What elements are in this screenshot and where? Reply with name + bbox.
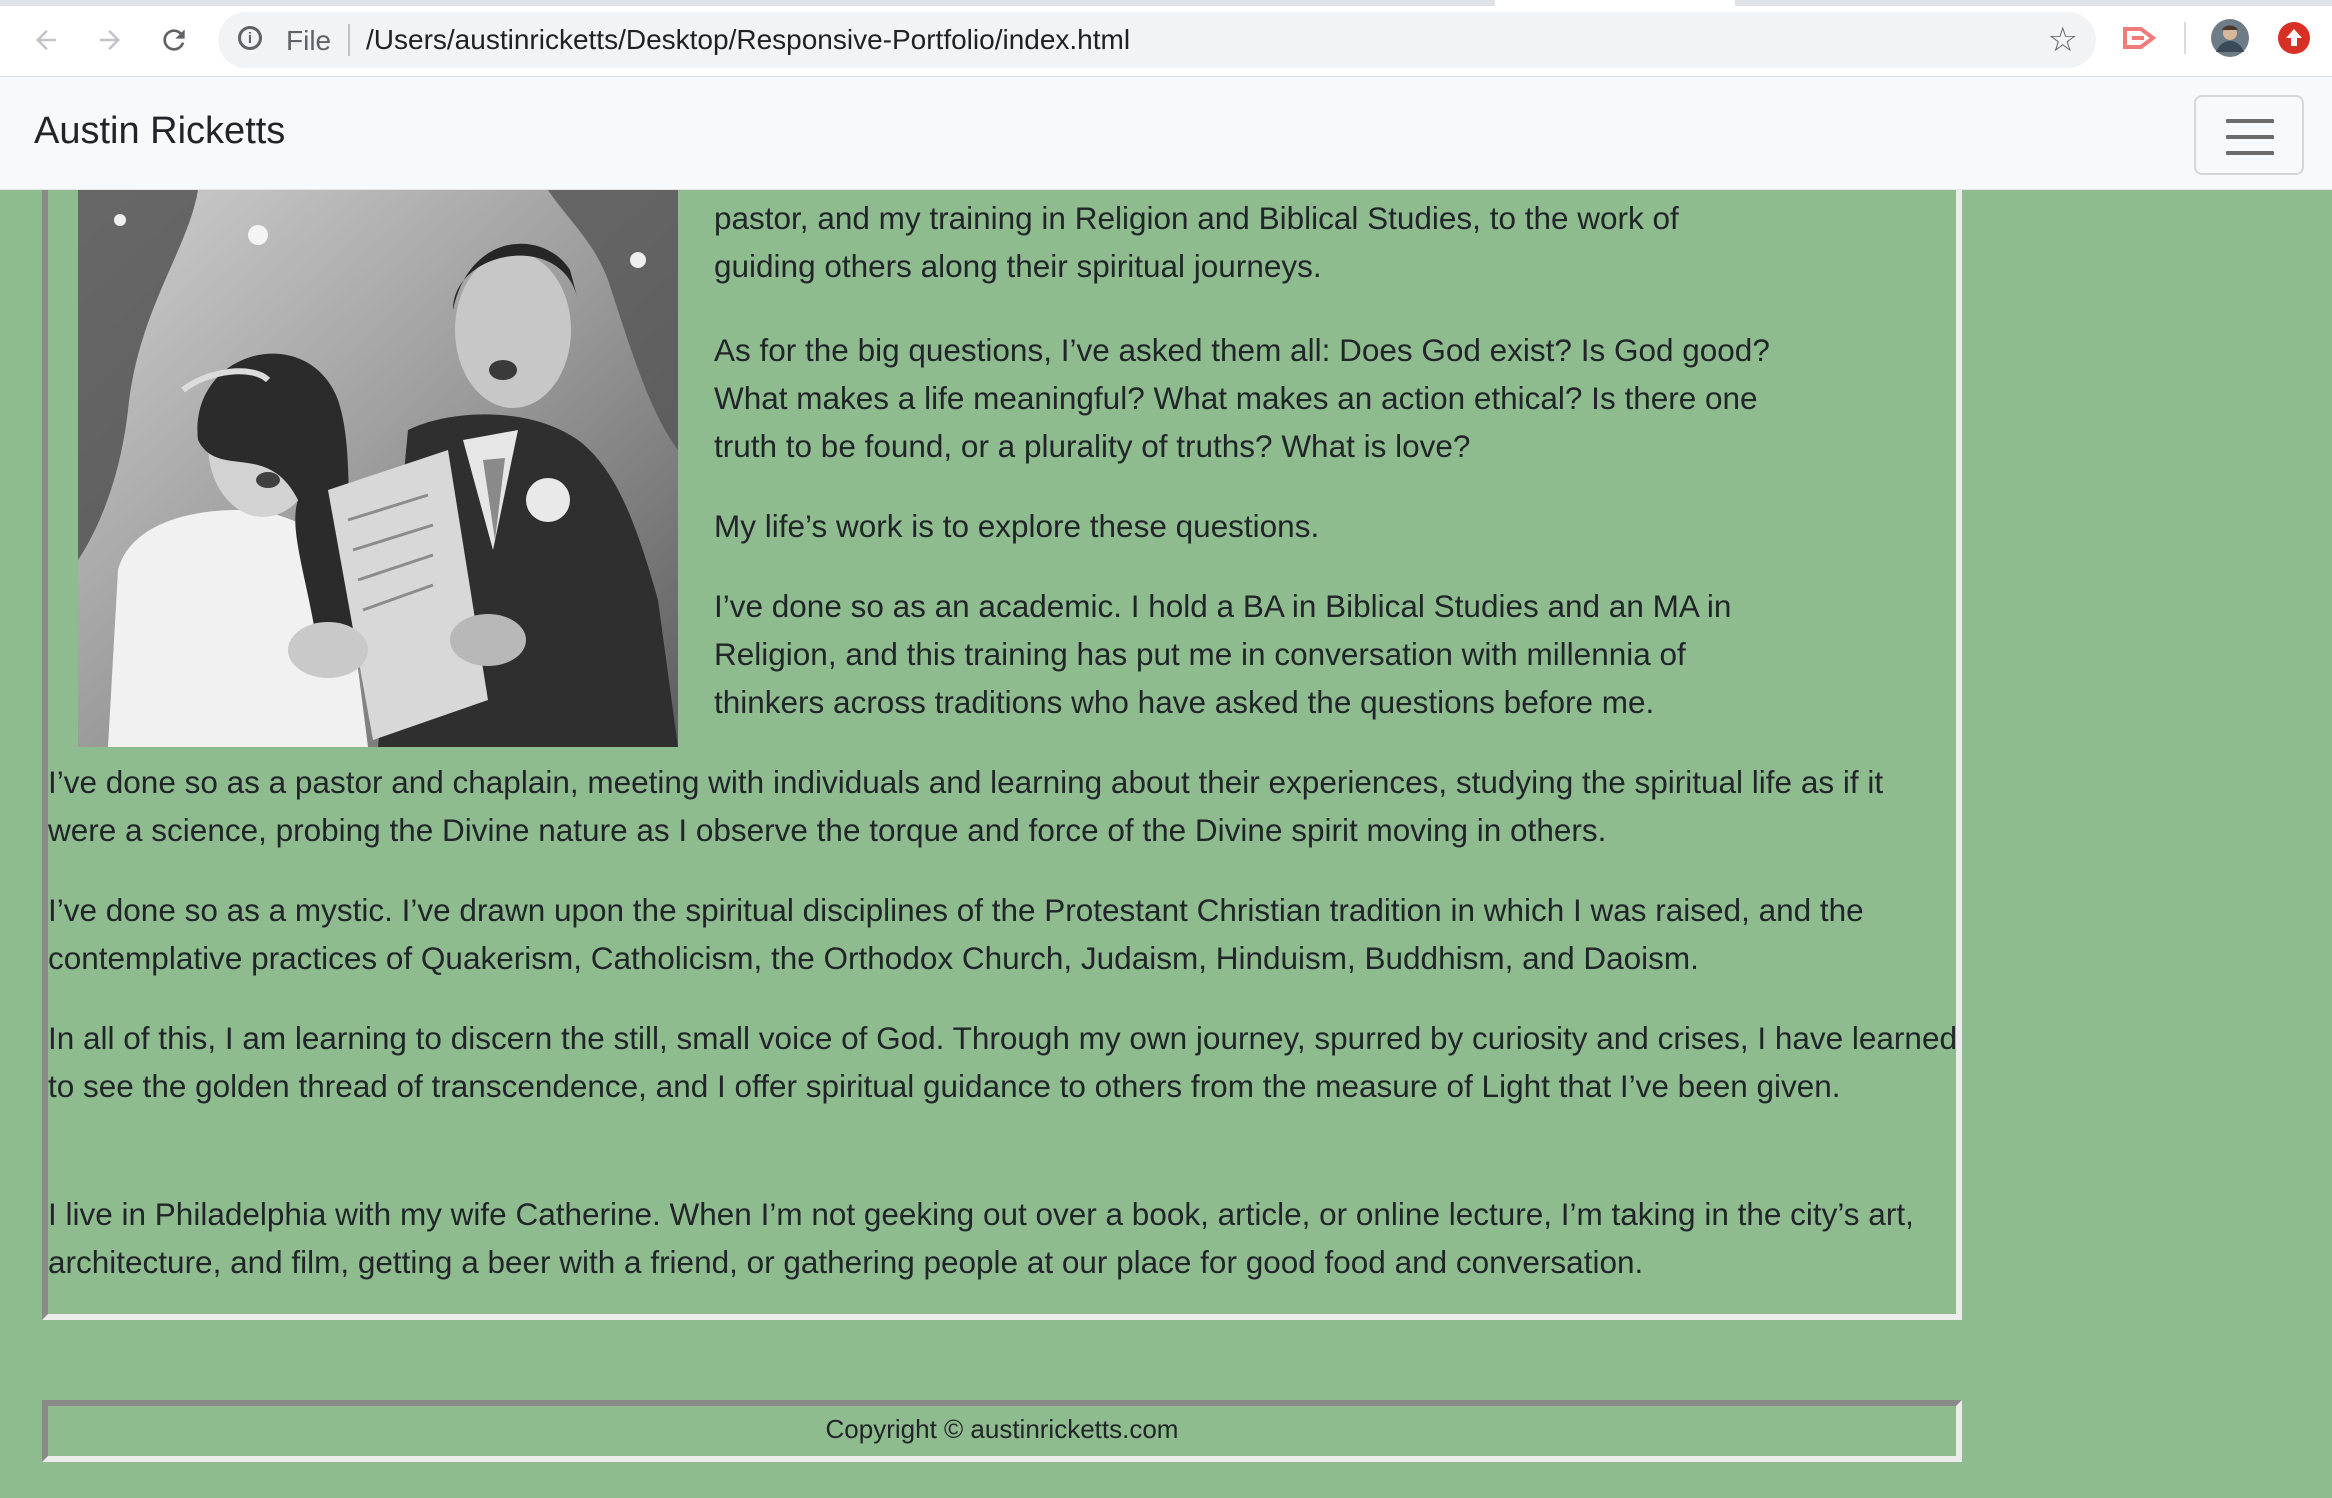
about-paragraph: I’ve done so as a pastor and chaplain, m…	[48, 764, 1884, 848]
info-icon[interactable]: i	[238, 26, 262, 50]
profile-avatar[interactable]	[2210, 18, 2250, 58]
site-navbar: Austin Ricketts	[0, 77, 2332, 190]
back-button[interactable]	[22, 18, 70, 62]
arrow-right-icon	[100, 30, 120, 50]
update-extension-icon[interactable]	[2274, 18, 2314, 58]
url-text[interactable]: /Users/austinricketts/Desktop/Responsive…	[366, 24, 1130, 56]
forward-button[interactable]	[86, 18, 134, 62]
star-icon[interactable]: ☆	[2048, 20, 2078, 60]
tab-strip	[0, 0, 2332, 6]
red-upload-icon	[2278, 22, 2310, 54]
address-bar[interactable]: i File /Users/austinricketts/Desktop/Res…	[218, 12, 2096, 68]
about-paragraph: I’ve done so as a mystic. I’ve drawn upo…	[48, 892, 1864, 976]
file-scheme-label: File	[286, 25, 332, 56]
about-paragraph: In all of this, I am learning to discern…	[48, 1020, 1957, 1104]
omnibox-separator	[348, 24, 350, 56]
about-paragraph: I’ve done so as an academic. I hold a BA…	[714, 588, 1732, 720]
reload-icon	[163, 29, 185, 51]
cast-arrow-icon	[2123, 27, 2157, 49]
arrow-left-icon	[36, 30, 56, 50]
copyright-text: Copyright © austinricketts.com	[825, 1414, 1179, 1444]
about-paragraph: As for the big questions, I’ve asked the…	[714, 332, 1770, 464]
toolbar-divider	[2184, 22, 2186, 54]
browser-toolbar: i File /Users/austinricketts/Desktop/Res…	[0, 0, 2332, 77]
extension-icon[interactable]	[2120, 18, 2160, 58]
avatar-icon	[2211, 19, 2249, 57]
about-paragraph: My life’s work is to explore these quest…	[714, 508, 1320, 544]
active-tab[interactable]	[1495, 0, 1735, 6]
about-paragraph: I live in Philadelphia with my wife Cath…	[48, 1196, 1914, 1280]
profile-photo	[78, 190, 678, 747]
wedding-photo-image	[78, 190, 678, 747]
navbar-brand[interactable]: Austin Ricketts	[34, 110, 285, 153]
site-footer: Copyright © austinricketts.com	[42, 1400, 1962, 1462]
navbar-toggler-button[interactable]	[2194, 95, 2304, 175]
about-paragraph: pastor, and my training in Religion and …	[714, 200, 1679, 284]
reload-button[interactable]	[150, 18, 198, 62]
